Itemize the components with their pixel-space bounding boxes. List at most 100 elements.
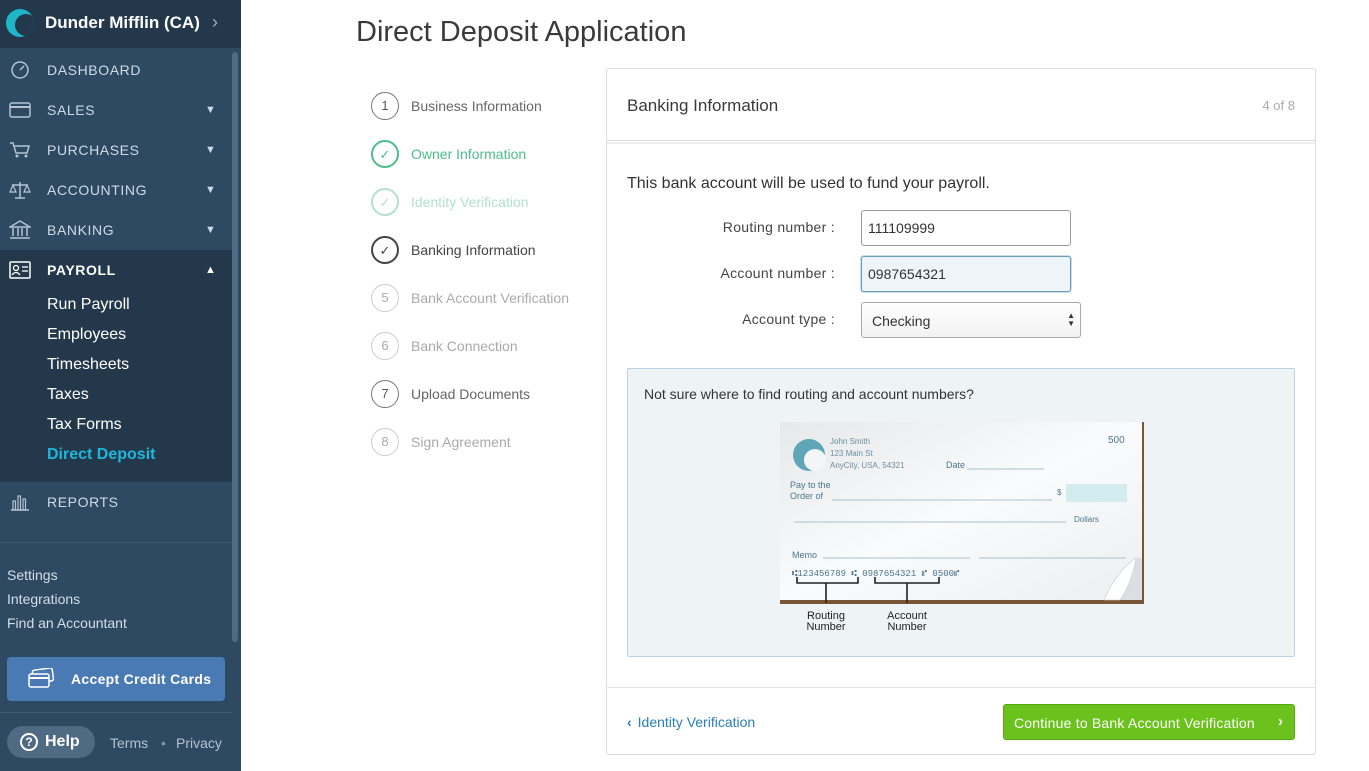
terms-link[interactable]: Terms (110, 735, 148, 751)
link-settings[interactable]: Settings (7, 567, 58, 583)
help-button[interactable]: ? Help (7, 726, 95, 758)
dashboard-icon (8, 59, 32, 81)
banking-information-card: Banking Information 4 of 8 This bank acc… (606, 68, 1316, 755)
cart-icon (8, 139, 32, 161)
nav-label: PAYROLL (47, 262, 116, 278)
separator-dot: • (161, 735, 166, 751)
nav-reports[interactable]: REPORTS (0, 482, 232, 522)
intro-text: This bank account will be used to fund y… (627, 175, 990, 192)
chevron-up-icon: ▲ (205, 264, 216, 276)
page-title: Direct Deposit Application (356, 16, 687, 48)
routing-help-panel: Not sure where to find routing and accou… (627, 368, 1295, 657)
sub-tax-forms[interactable]: Tax Forms (47, 416, 122, 434)
sub-timesheets[interactable]: Timesheets (47, 356, 129, 374)
link-integrations[interactable]: Integrations (7, 591, 80, 607)
nav-accounting[interactable]: ACCOUNTING ▼ (0, 170, 232, 210)
step-label: Bank Connection (411, 338, 518, 354)
header-divider (607, 142, 1315, 144)
continue-button-label: Continue to Bank Account Verification (1014, 715, 1255, 731)
nav-payroll[interactable]: PAYROLL ▲ (0, 250, 232, 290)
check-dollars-label: Dollars (1074, 515, 1099, 524)
nav-label: REPORTS (47, 494, 119, 510)
accept-credit-cards-button[interactable]: Accept Credit Cards (7, 657, 225, 701)
step-number: 5 (371, 284, 399, 312)
company-name: Dunder Mifflin (CA) (45, 13, 200, 32)
account-type-label: Account type : (742, 311, 835, 327)
company-logo-icon (6, 9, 34, 37)
step-number: 1 (371, 92, 399, 120)
sub-taxes[interactable]: Taxes (47, 386, 89, 404)
step-label: Business Information (411, 98, 542, 114)
step-label: Bank Account Verification (411, 290, 569, 306)
check-memo-label: Memo (792, 550, 817, 560)
check-name: John Smith (830, 437, 870, 446)
card-icon (8, 99, 32, 121)
routing-number-label: Routing number : (722, 219, 835, 235)
sidebar-divider (0, 712, 232, 713)
sidebar-scrollbar[interactable] (232, 52, 238, 642)
checkmark-icon: ✓ (371, 140, 399, 168)
nav-label: ACCOUNTING (47, 182, 148, 198)
account-caption: Account Number (887, 610, 927, 633)
nav-sales[interactable]: SALES ▼ (0, 90, 232, 130)
account-type-value: Checking (872, 313, 931, 329)
help-label: Help (45, 733, 80, 750)
link-find-accountant[interactable]: Find an Accountant (7, 615, 127, 631)
footer-divider (607, 687, 1315, 688)
step-progress: 4 of 8 (1262, 98, 1295, 113)
step-label: Banking Information (411, 242, 536, 258)
accept-credit-cards-label: Accept Credit Cards (71, 671, 212, 687)
check-number: 500 (1108, 435, 1125, 446)
routing-caption: Routing Number (806, 610, 846, 633)
nav-purchases[interactable]: PURCHASES ▼ (0, 130, 232, 170)
chevron-down-icon: ▼ (205, 144, 216, 156)
nav-label: DASHBOARD (47, 62, 142, 78)
check-payto-1: Pay to the (790, 480, 831, 490)
select-arrows-icon: ▲ ▼ (1067, 311, 1075, 328)
step-number: 8 (371, 428, 399, 456)
chevron-down-icon: ▼ (205, 184, 216, 196)
checkmark-icon: ✓ (371, 236, 399, 264)
credit-card-icon (28, 667, 55, 688)
payroll-section: PAYROLL ▲ Run Payroll Employees Timeshee… (0, 250, 232, 482)
continue-button[interactable]: Continue to Bank Account Verification › (1003, 704, 1295, 740)
nav-label: PURCHASES (47, 142, 140, 158)
nav-label: SALES (47, 102, 96, 118)
back-identity-verification-link[interactable]: ‹ Identity Verification (627, 714, 755, 730)
back-link-label: Identity Verification (637, 714, 756, 730)
sidebar-divider (0, 542, 232, 543)
sub-run-payroll[interactable]: Run Payroll (47, 296, 130, 314)
nav-dashboard[interactable]: DASHBOARD (0, 50, 232, 90)
reports-icon (8, 491, 32, 513)
check-date-label: Date (946, 460, 965, 470)
step-label: Sign Agreement (411, 434, 511, 450)
payroll-icon (8, 259, 32, 281)
scale-icon (8, 179, 32, 201)
chevron-left-icon: ‹ (627, 714, 632, 730)
card-title: Banking Information (627, 96, 779, 115)
chevron-down-icon: ▼ (205, 224, 216, 236)
step-number: 7 (371, 380, 399, 408)
chevron-right-icon: › (1278, 713, 1283, 730)
step-label: Owner Information (411, 146, 527, 162)
check-brackets (796, 577, 940, 603)
account-number-input[interactable] (861, 256, 1071, 292)
chevron-down-icon: ▼ (205, 104, 216, 116)
bank-icon (8, 219, 32, 241)
nav-banking[interactable]: BANKING ▼ (0, 210, 232, 250)
chevron-right-icon: › (212, 12, 218, 32)
sub-employees[interactable]: Employees (47, 326, 126, 344)
check-address-1: 123 Main St (830, 449, 873, 458)
check-dollar-sign: $ (1057, 488, 1062, 497)
card-header: Banking Information 4 of 8 (607, 69, 1315, 141)
routing-number-input[interactable] (861, 210, 1071, 246)
step-label: Identity Verification (411, 194, 529, 210)
privacy-link[interactable]: Privacy (176, 735, 222, 751)
account-number-label: Account number : (720, 265, 835, 281)
sub-direct-deposit[interactable]: Direct Deposit (47, 446, 155, 464)
company-switcher[interactable]: Dunder Mifflin (CA) › (0, 0, 241, 48)
check-payto-2: Order of (790, 491, 824, 501)
help-question: Not sure where to find routing and accou… (644, 386, 974, 402)
account-type-select[interactable]: Checking ▲ ▼ (861, 302, 1081, 338)
nav-label: BANKING (47, 222, 115, 238)
